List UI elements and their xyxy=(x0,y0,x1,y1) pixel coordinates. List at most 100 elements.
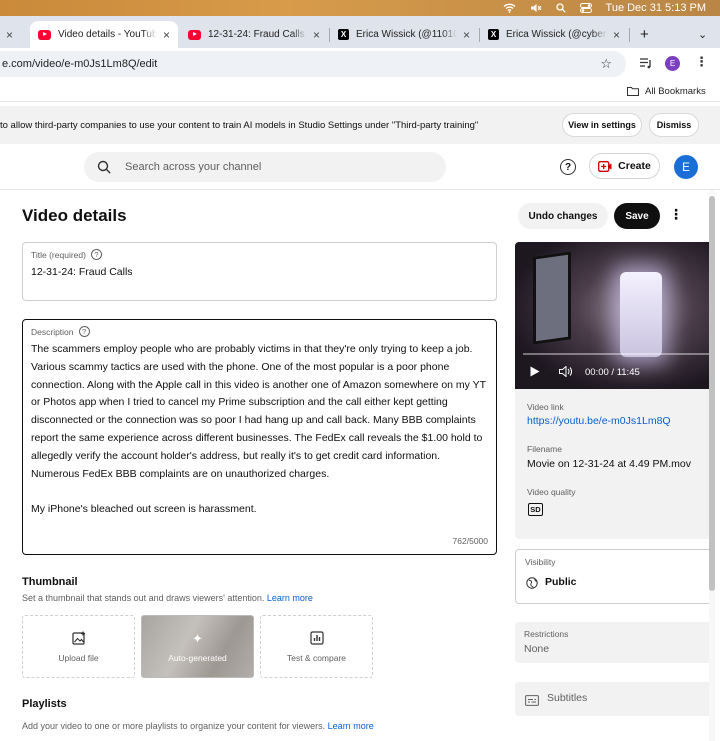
tab-fraud-calls[interactable]: 12-31-24: Fraud Calls - YouTube × xyxy=(180,21,328,48)
player-frame-tv xyxy=(533,251,571,345)
new-tab-button[interactable]: + xyxy=(632,21,657,48)
subtitles-icon xyxy=(525,693,539,711)
restrictions-value: None xyxy=(524,643,550,655)
sd-quality-badge: SD xyxy=(528,503,543,516)
tab-label: 12-31-24: Fraud Calls - YouTube xyxy=(208,29,307,40)
playlists-subtitle-text: Add your video to one or more playlists … xyxy=(22,721,326,731)
video-time: 00:00 / 11:45 xyxy=(585,367,640,378)
video-link-label: Video link xyxy=(527,402,564,412)
learn-more-link[interactable]: Learn more xyxy=(328,721,374,731)
tab-erica-wissick-1[interactable]: X Erica Wissick (@11010010... × xyxy=(330,21,478,48)
video-link[interactable]: https://youtu.be/e-m0Js1Lm8Q xyxy=(527,415,671,427)
media-controls-icon[interactable] xyxy=(640,56,652,74)
close-tab-icon[interactable]: × xyxy=(463,28,470,42)
create-label: Create xyxy=(618,160,651,172)
browser-menu-icon[interactable]: ⋮ xyxy=(695,54,708,70)
view-in-settings-button[interactable]: View in settings xyxy=(562,113,642,137)
character-count: 762/5000 xyxy=(452,536,488,546)
search-placeholder: Search across your channel xyxy=(125,161,262,173)
tab-label: Erica Wissick (@11010010... xyxy=(356,29,457,40)
wifi-icon[interactable] xyxy=(503,3,516,13)
mute-icon[interactable] xyxy=(530,3,542,13)
upload-thumbnail-button[interactable]: Upload file xyxy=(22,615,135,678)
profile-avatar-small[interactable]: E xyxy=(665,56,680,71)
volume-icon[interactable] xyxy=(559,365,573,380)
more-options-icon[interactable]: ⋮ xyxy=(669,206,683,223)
close-tab-icon[interactable]: × xyxy=(613,28,620,42)
close-tab-icon[interactable]: × xyxy=(313,28,320,42)
url-text: e.com/video/e-m0Js1Lm8Q/edit xyxy=(2,58,158,70)
restrictions-label: Restrictions xyxy=(524,629,569,639)
thumbnail-heading: Thumbnail xyxy=(22,576,78,588)
visibility-dropdown[interactable]: Visibility Public xyxy=(515,549,715,604)
search-icon xyxy=(97,160,111,174)
help-icon[interactable]: ? xyxy=(560,159,576,175)
x-icon: X xyxy=(338,29,349,40)
ai-training-banner: to allow third-party companies to use yo… xyxy=(0,106,720,144)
title-label: Title (required) xyxy=(31,249,86,260)
address-bar-row: e.com/video/e-m0Js1Lm8Q/edit ☆ E ⋮ xyxy=(0,48,720,80)
thumbnail-subtitle: Set a thumbnail that stands out and draw… xyxy=(22,593,313,603)
video-progress-bar[interactable] xyxy=(523,353,715,355)
page-scrollbar-thumb[interactable] xyxy=(709,196,715,591)
all-bookmarks-link[interactable]: All Bookmarks xyxy=(645,86,706,97)
description-value[interactable]: The scammers employ people who are proba… xyxy=(31,341,491,519)
auto-generated-thumbnail-button[interactable]: ✦ Auto-generated xyxy=(141,615,254,678)
save-button[interactable]: Save xyxy=(614,203,660,229)
dismiss-button[interactable]: Dismiss xyxy=(649,113,699,137)
channel-search-input[interactable]: Search across your channel xyxy=(84,152,446,182)
help-icon[interactable]: ? xyxy=(90,249,102,260)
page-title: Video details xyxy=(22,206,127,225)
address-bar[interactable]: e.com/video/e-m0Js1Lm8Q/edit ☆ xyxy=(0,51,626,77)
restrictions-field[interactable]: Restrictions None xyxy=(515,622,715,663)
help-icon[interactable]: ? xyxy=(78,326,90,337)
browser-tab-strip: × Video details - YouTube Studio × 12-31… xyxy=(0,16,720,48)
description-field[interactable]: Description ? The scammers employ people… xyxy=(22,319,497,555)
subtitles-button[interactable]: Subtitles xyxy=(515,682,715,716)
tab-overflow[interactable]: × xyxy=(0,21,24,48)
filename-value: Movie on 12-31-24 at 4.49 PM.mov xyxy=(527,458,692,470)
playlists-heading: Playlists xyxy=(22,698,67,710)
description-field-label-row: Description ? xyxy=(31,326,90,337)
create-button[interactable]: Create xyxy=(589,153,660,179)
create-video-icon xyxy=(598,160,612,172)
learn-more-link[interactable]: Learn more xyxy=(267,593,313,603)
globe-icon xyxy=(526,576,538,594)
sparkle-icon: ✦ xyxy=(192,630,203,646)
visibility-value: Public xyxy=(545,576,577,588)
filename-label: Filename xyxy=(527,444,562,454)
control-center-icon[interactable] xyxy=(579,3,592,13)
menubar-datetime[interactable]: Tue Dec 31 5:13 PM xyxy=(606,2,706,14)
description-label: Description xyxy=(31,326,74,337)
close-tab-icon[interactable]: × xyxy=(163,28,170,42)
tab-label: Video details - YouTube Studio xyxy=(58,29,157,40)
bookmark-star-icon[interactable]: ☆ xyxy=(600,56,612,72)
test-compare-icon xyxy=(309,630,324,647)
youtube-icon xyxy=(188,29,201,40)
upload-image-icon xyxy=(71,631,86,647)
tab-search-chevron-icon[interactable]: ⌄ xyxy=(690,21,715,48)
auto-generated-label: Auto-generated xyxy=(168,652,227,663)
banner-text: to allow third-party companies to use yo… xyxy=(0,120,479,131)
visibility-label: Visibility xyxy=(525,557,556,567)
title-value: 12-31-24: Fraud Calls xyxy=(31,266,133,278)
folder-icon xyxy=(627,86,639,99)
tab-label: Erica Wissick (@cyberspa... xyxy=(506,29,607,40)
thumbnail-subtitle-text: Set a thumbnail that stands out and draw… xyxy=(22,593,265,603)
player-frame-phone xyxy=(620,272,662,357)
tab-video-details[interactable]: Video details - YouTube Studio × xyxy=(30,21,178,48)
test-compare-button[interactable]: Test & compare xyxy=(260,615,373,678)
play-icon[interactable] xyxy=(530,366,540,380)
playlists-subtitle: Add your video to one or more playlists … xyxy=(22,721,374,731)
spotlight-icon[interactable] xyxy=(555,3,566,13)
account-avatar[interactable]: E xyxy=(674,155,698,179)
macos-menubar: Tue Dec 31 5:13 PM xyxy=(0,0,720,16)
video-quality-label: Video quality xyxy=(527,487,576,497)
test-compare-label: Test & compare xyxy=(286,652,347,663)
subtitles-label: Subtitles xyxy=(547,692,588,704)
title-field[interactable]: Title (required) ? 12-31-24: Fraud Calls xyxy=(22,242,497,301)
undo-changes-button[interactable]: Undo changes xyxy=(518,203,608,229)
upload-file-label: Upload file xyxy=(58,652,99,663)
tab-erica-wissick-2[interactable]: X Erica Wissick (@cyberspa... × xyxy=(480,21,628,48)
video-player[interactable]: 00:00 / 11:45 xyxy=(515,242,715,389)
